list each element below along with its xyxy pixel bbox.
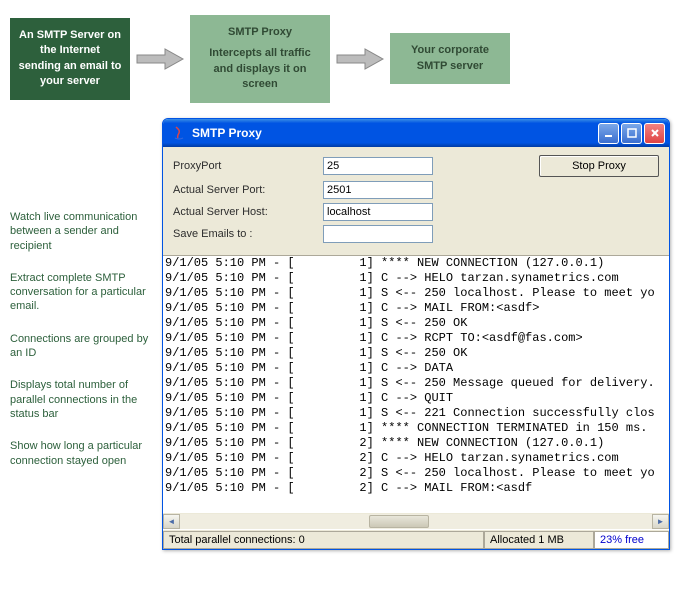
scroll-right-button[interactable]: ►	[652, 514, 669, 529]
status-allocated: Allocated 1 MB	[484, 531, 594, 549]
flow-box-sender: An SMTP Server on the Internet sending a…	[10, 18, 130, 100]
close-button[interactable]	[644, 123, 665, 144]
note-text: Extract complete SMTP conversation for a…	[10, 271, 155, 314]
status-connections: Total parallel connections: 0	[163, 531, 484, 549]
maximize-button[interactable]	[621, 123, 642, 144]
status-free: 23% free	[594, 531, 669, 549]
actual-server-port-input[interactable]	[323, 181, 433, 199]
arrow-icon	[135, 47, 185, 71]
actual-server-host-label: Actual Server Host:	[173, 206, 323, 218]
proxy-port-label: ProxyPort	[173, 160, 323, 172]
stop-proxy-button[interactable]: Stop Proxy	[539, 155, 659, 177]
minimize-button[interactable]	[598, 123, 619, 144]
log-output[interactable]: 9/1/05 5:10 PM - [ 1] **** NEW CONNECTIO…	[163, 255, 669, 512]
arrow-icon	[335, 47, 385, 71]
actual-server-port-label: Actual Server Port:	[173, 184, 323, 196]
scroll-thumb[interactable]	[369, 515, 429, 528]
flow-box-proxy-body: Intercepts all traffic and displays it o…	[198, 46, 322, 92]
note-text: Connections are grouped by an ID	[10, 332, 155, 361]
window-title: SMTP Proxy	[192, 126, 598, 140]
save-emails-label: Save Emails to :	[173, 228, 323, 240]
note-text: Watch live communication between a sende…	[10, 210, 155, 253]
side-notes: Watch live communication between a sende…	[10, 210, 155, 486]
scroll-track[interactable]	[180, 514, 652, 529]
actual-server-host-input[interactable]	[323, 203, 433, 221]
titlebar[interactable]: SMTP Proxy	[163, 119, 669, 147]
flow-diagram: An SMTP Server on the Internet sending a…	[0, 0, 700, 118]
flow-box-proxy-title: SMTP Proxy	[198, 25, 322, 40]
status-bar: Total parallel connections: 0 Allocated …	[163, 529, 669, 549]
app-window: SMTP Proxy ProxyPort Stop Proxy Actual S…	[162, 118, 670, 550]
flow-box-server: Your corporate SMTP server	[390, 33, 510, 84]
window-controls	[598, 123, 665, 144]
form-panel: ProxyPort Stop Proxy Actual Server Port:…	[163, 147, 669, 255]
note-text: Displays total number of parallel connec…	[10, 378, 155, 421]
flow-box-proxy: SMTP Proxy Intercepts all traffic and di…	[190, 15, 330, 103]
note-text: Show how long a particular connection st…	[10, 439, 155, 468]
java-icon	[171, 125, 187, 141]
save-emails-input[interactable]	[323, 225, 433, 243]
scroll-left-button[interactable]: ◄	[163, 514, 180, 529]
proxy-port-input[interactable]	[323, 157, 433, 175]
horizontal-scrollbar[interactable]: ◄ ►	[163, 512, 669, 529]
